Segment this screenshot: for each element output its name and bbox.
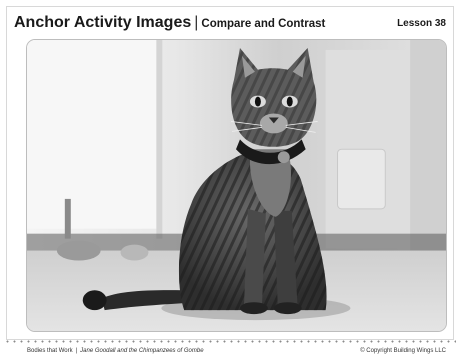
dotted-divider [4,340,456,343]
title-main: Anchor Activity Images [14,14,192,31]
footer-unit: Bodies that Work [27,348,73,354]
page-header: Anchor Activity Images | Compare and Contr… [14,12,448,36]
footer-separator: | [75,348,78,354]
page-title: Anchor Activity Images | Compare and Contr… [14,14,325,32]
title-subtitle: Compare and Contrast [201,18,326,30]
title-separator: | [194,14,199,31]
footer-source: Bodies that Work | Jane Goodall and the Ch… [27,348,204,354]
anchor-image [26,39,447,332]
cat-photo-icon [27,40,446,331]
footer-copyright: © Copyright Building Wings LLC [360,348,446,354]
lesson-number: Lesson 38 [397,18,446,29]
footer-book-title: Jane Goodall and the Chimpanzees of Gomb… [80,348,204,354]
